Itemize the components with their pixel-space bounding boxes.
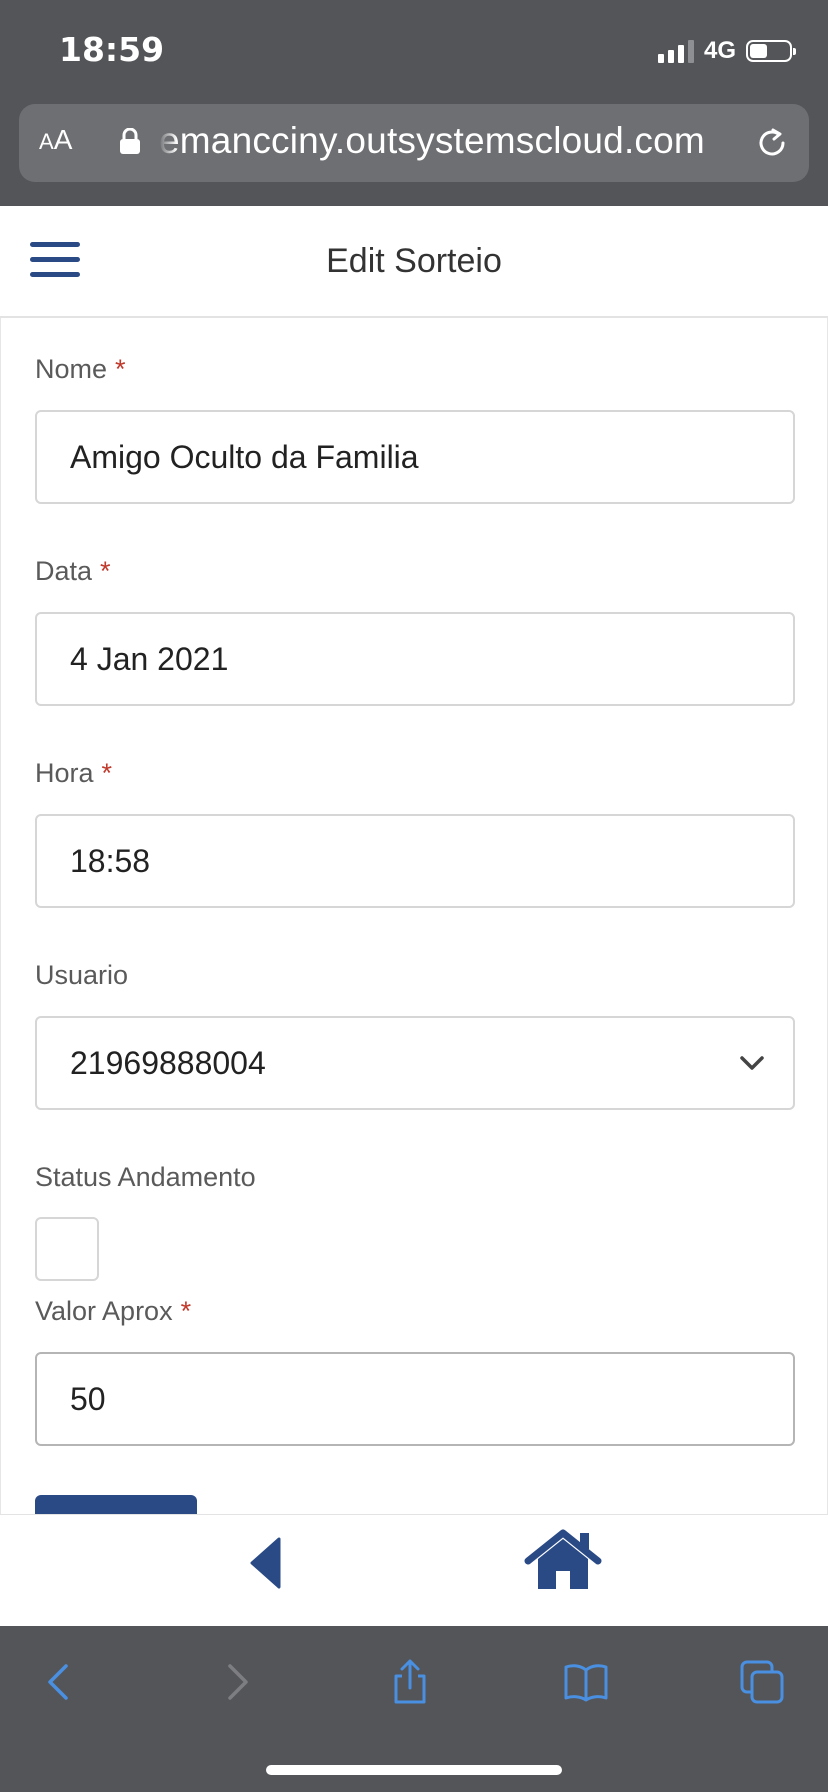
required-mark: * [100, 556, 111, 586]
save-button[interactable] [35, 1495, 197, 1514]
usuario-label-text: Usuario [35, 960, 129, 990]
url-fade [159, 118, 177, 164]
app-header: Edit Sorteio [0, 206, 828, 318]
home-indicator[interactable] [266, 1765, 562, 1775]
back-chevron-icon[interactable] [36, 1658, 84, 1706]
chevron-down-icon [740, 1056, 764, 1070]
usuario-selected-value: 21969888004 [70, 1045, 266, 1081]
network-label: 4G [703, 37, 736, 64]
status-time: 18:59 [59, 30, 165, 69]
address-bar[interactable]: AA emancciny.outsystemscloud.com [19, 104, 809, 182]
usuario-label: Usuario [35, 960, 128, 991]
usuario-select[interactable]: 21969888004 [35, 1016, 795, 1110]
status-andamento-checkbox[interactable] [35, 1217, 99, 1281]
reload-icon[interactable] [753, 124, 791, 162]
signal-icon [657, 39, 694, 63]
data-label: Data * [35, 556, 111, 587]
lock-icon [120, 128, 140, 154]
required-mark: * [101, 758, 113, 788]
browser-top-bar: 18:59 4G AA emancciny.outsystemscloud.co… [0, 0, 828, 206]
battery-level [750, 44, 767, 58]
status-andamento-label-text: Status Andamento [35, 1162, 256, 1192]
nome-label-text: Nome [35, 354, 108, 384]
home-icon[interactable] [524, 1527, 602, 1593]
app-bottom-nav [0, 1514, 828, 1627]
text-size-button[interactable]: AA [39, 124, 72, 156]
valor-aprox-input[interactable]: 50 [35, 1352, 795, 1446]
tabs-icon[interactable] [738, 1658, 786, 1706]
url-text[interactable]: emancciny.outsystemscloud.com [159, 120, 739, 162]
data-label-text: Data [35, 556, 93, 586]
forward-chevron-icon[interactable] [212, 1658, 260, 1706]
battery-icon [746, 40, 796, 62]
back-triangle-icon[interactable] [248, 1537, 282, 1589]
hora-input[interactable]: 18:58 [35, 814, 795, 908]
nome-label: Nome * [35, 354, 126, 385]
data-input[interactable]: 4 Jan 2021 [35, 612, 795, 706]
hora-label: Hora * [35, 758, 112, 789]
share-icon[interactable] [386, 1658, 434, 1706]
required-mark: * [115, 354, 126, 384]
valor-aprox-label-text: Valor Aprox [35, 1296, 173, 1326]
required-mark: * [180, 1296, 192, 1326]
valor-aprox-label: Valor Aprox * [35, 1296, 191, 1327]
bookmarks-icon[interactable] [562, 1658, 610, 1706]
status-indicators: 4G [657, 36, 796, 66]
edit-form: Nome * Amigo Oculto da Familia Data * 4 Ja… [0, 318, 828, 1514]
nome-input[interactable]: Amigo Oculto da Familia [35, 410, 795, 504]
page-title: Edit Sorteio [326, 242, 502, 280]
hora-label-text: Hora [35, 758, 94, 788]
status-andamento-label: Status Andamento [35, 1162, 256, 1193]
